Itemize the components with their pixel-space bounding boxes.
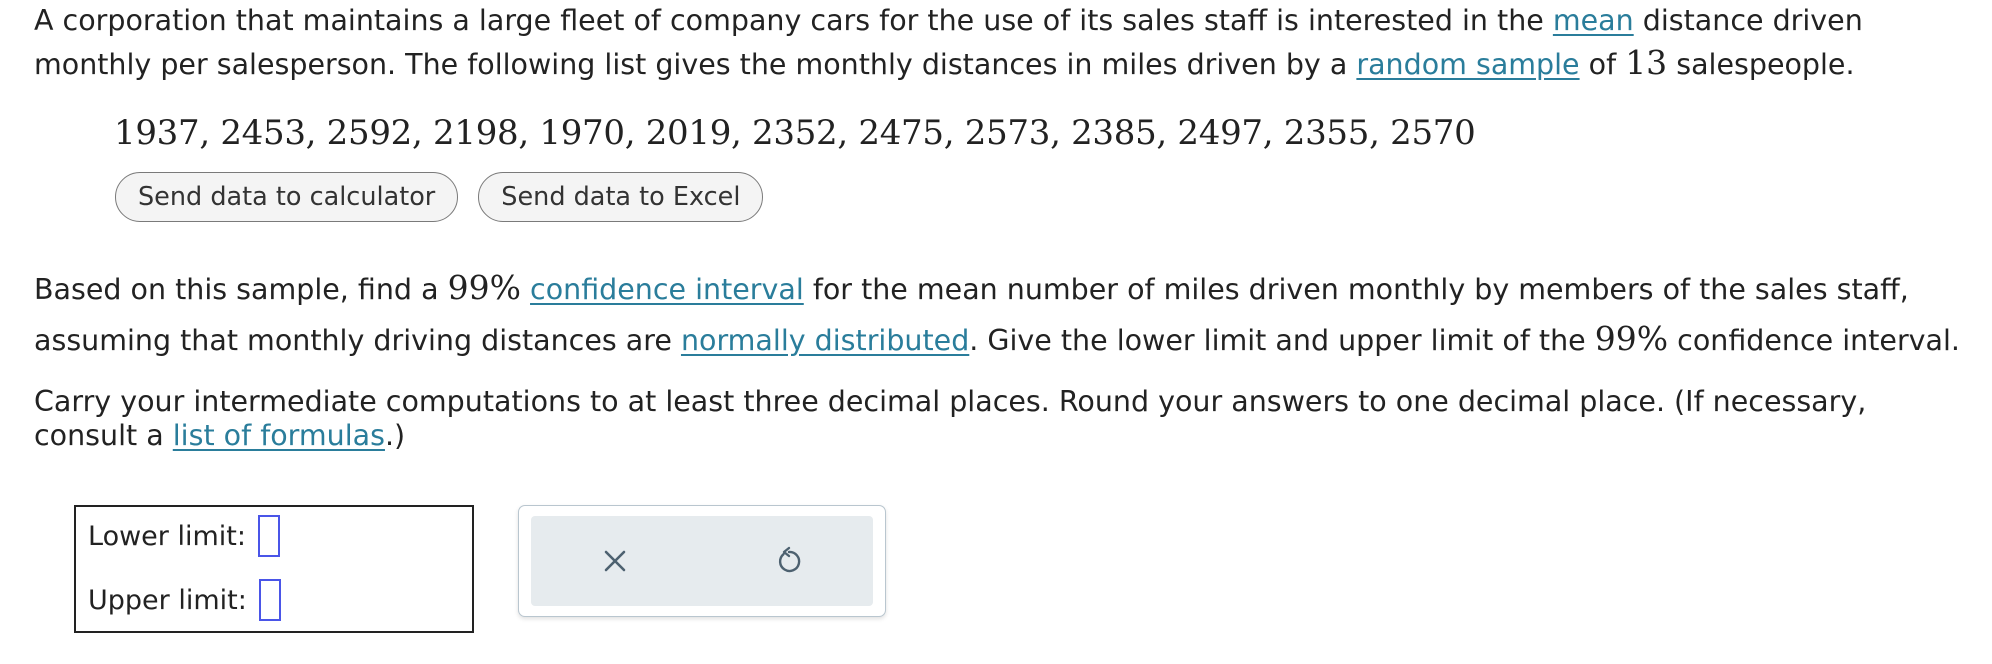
data-buttons: Send data to calculator Send data to Exc… — [115, 172, 764, 222]
lower-limit-label: Lower limit: — [88, 520, 246, 552]
confidence-level-2: 99% — [1594, 319, 1669, 358]
send-to-excel-button[interactable]: Send data to Excel — [478, 172, 764, 222]
mean-link[interactable]: mean — [1553, 4, 1634, 37]
upper-limit-label: Upper limit: — [88, 584, 247, 616]
sample-size: 13 — [1625, 43, 1668, 82]
lower-limit-input[interactable] — [257, 515, 280, 557]
problem-intro: A corporation that maintains a large fle… — [34, 4, 1863, 82]
clear-button[interactable] — [585, 516, 645, 606]
send-to-calculator-button[interactable]: Send data to calculator — [115, 172, 459, 222]
undo-icon — [778, 546, 801, 573]
close-icon — [604, 550, 626, 572]
instructions-text: Carry your intermediate computations to … — [34, 385, 1867, 452]
list-of-formulas-link[interactable]: list of formulas — [173, 419, 385, 452]
answer-box: Lower limit: Upper limit: — [74, 505, 474, 633]
confidence-interval-link[interactable]: confidence interval — [530, 273, 804, 306]
normally-distributed-link[interactable]: normally distributed — [681, 324, 969, 357]
confidence-level: 99% — [447, 268, 521, 307]
lower-limit-row: Lower limit: — [88, 515, 280, 557]
answer-tools-bar — [531, 516, 873, 606]
data-values: 1937, 2453, 2592, 2198, 1970, 2019, 2352… — [114, 113, 1476, 153]
answer-tools — [518, 505, 886, 617]
upper-limit-row: Upper limit: — [88, 579, 281, 621]
upper-limit-input[interactable] — [258, 579, 281, 621]
random-sample-link[interactable]: random sample — [1356, 48, 1579, 81]
undo-button[interactable] — [759, 516, 819, 606]
question-text: Based on this sample, find a 99% confide… — [34, 268, 1960, 358]
